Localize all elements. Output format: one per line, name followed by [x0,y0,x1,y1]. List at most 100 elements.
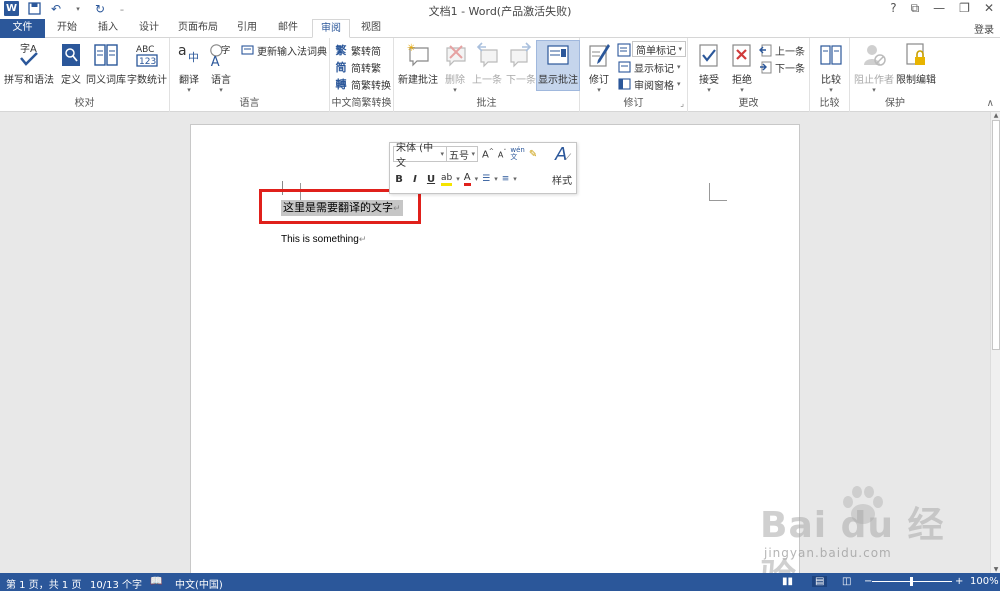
lock-icon [903,41,929,69]
compare-icon [818,41,844,69]
phonetic-guide-icon[interactable]: wén 文 [510,147,524,161]
web-layout-icon[interactable]: ◫ [842,576,851,587]
read-mode-icon[interactable]: ▮▮ [782,576,793,587]
translate-button[interactable]: a中 翻译 ▾ [176,41,202,94]
track-changes-button[interactable]: 修订 ▾ [586,41,612,94]
crop-mark-top-right [709,183,727,201]
tab-review[interactable]: 审阅 [312,19,350,38]
bullets-icon[interactable]: ☰ [482,174,490,184]
mini-size-select[interactable]: 五号 ▾ [446,146,478,162]
print-layout-icon[interactable]: ▤ [812,576,828,587]
scroll-down-icon[interactable]: ▼ [991,566,1000,573]
delete-comment-button[interactable]: 删除 ▾ [442,41,468,94]
dropdown-icon[interactable]: ▾ [71,2,85,16]
s2t-button[interactable]: 简 简转繁 [334,59,382,75]
tab-layout[interactable]: 页面布局 [175,19,221,38]
group-language: a中 翻译 ▾ 字A 语言 ▾ 更新输入法词典 语言 [170,38,330,112]
reject-button[interactable]: 拒绝 ▾ [729,41,755,94]
spelling-button[interactable]: 字A 拼写和语法 [4,41,54,86]
underline-icon[interactable]: U [425,174,437,185]
tab-home[interactable]: 开始 [52,19,82,38]
chevron-down-icon[interactable]: ▾ [494,175,498,183]
chevron-down-icon[interactable]: ▾ [475,175,479,183]
redo-icon[interactable]: ↻ [93,2,107,16]
convert-button[interactable]: 轉 简繁转换 [334,76,392,92]
restore-icon[interactable]: ❐ [959,1,970,16]
zoom-level[interactable]: 100% [970,576,999,587]
chevron-down-icon[interactable]: ▾ [456,175,460,183]
prev-comment-button[interactable]: 上一条 [472,41,502,86]
svg-text:123: 123 [139,57,156,67]
tab-view[interactable]: 视图 [356,19,386,38]
bold-icon[interactable]: B [393,174,405,185]
track-changes-icon [586,41,612,69]
markup-combo[interactable]: 简单标记 ▾ [632,41,686,57]
help-icon[interactable]: ? [890,1,896,16]
window-title: 文档1 - Word(产品激活失败) [428,5,572,18]
page-count[interactable]: 第 1 页，共 1 页 [6,576,81,591]
login-link[interactable]: 登录 [974,21,994,36]
tab-mailings[interactable]: 邮件 [273,19,303,38]
accept-button[interactable]: 接受 ▾ [696,41,722,94]
chevron-down-icon[interactable]: ▾ [513,175,517,183]
block-dropdown-icon: ▾ [872,86,876,94]
vertical-scrollbar[interactable]: ▲ ▼ [990,112,1000,573]
block-authors-button[interactable]: 阻止作者 ▾ [854,41,894,94]
zoom-in-icon[interactable]: + [955,576,963,587]
compare-button[interactable]: 比较 ▾ [818,41,844,94]
collapse-ribbon-icon[interactable]: ∧ [987,98,994,109]
block-authors-icon [861,41,887,69]
english-text-line[interactable]: This is something↵ [281,234,366,245]
group-chinese-conversion: 繁 繁转简 简 简转繁 轉 简繁转换 中文简繁转换 [330,38,394,112]
language-icon: 字A [208,41,234,69]
next-comment-button[interactable]: 下一条 [506,41,536,86]
markup-display-icon [617,43,631,60]
highlight-color-icon[interactable]: ab [441,173,453,186]
t2s-button[interactable]: 繁 繁转简 [334,42,382,58]
group-comments: ✳ 新建批注 删除 ▾ 上一条 下一条 显示批注 批注 [394,38,580,112]
language-status[interactable]: 中文(中国) [175,576,223,591]
word-count[interactable]: 10/13 个字 [90,576,142,591]
close-icon[interactable]: ✕ [984,1,994,16]
tracking-launcher-icon[interactable]: ⌟ [680,99,684,108]
compare-dropdown-icon: ▾ [829,86,833,94]
show-markup-button[interactable]: 显示标记 ▾ [617,59,681,75]
prev-change-button[interactable]: 上一条 [758,42,805,58]
language-button[interactable]: 字A 语言 ▾ [208,41,234,94]
tab-references[interactable]: 引用 [232,19,262,38]
show-comments-icon [545,41,571,69]
tab-file[interactable]: 文件 [0,19,45,38]
customize-qat-icon[interactable]: ₌ [115,2,129,16]
group-compare: 比较 ▾ 比较 [810,38,850,112]
proofing-status-icon[interactable]: 📖 [150,576,162,587]
define-button[interactable]: 定义 [58,41,84,86]
mini-styles-button[interactable]: A⁄ 样式 [552,145,572,188]
numbering-icon[interactable]: ≡ [502,174,510,184]
minimize-icon[interactable]: — [933,1,945,16]
next-change-button[interactable]: 下一条 [758,59,805,75]
restrict-editing-button[interactable]: 限制编辑 [896,41,936,86]
save-icon[interactable] [27,2,41,16]
svg-text:✳: ✳ [407,43,415,54]
tab-insert[interactable]: 插入 [93,19,123,38]
update-ime-button[interactable]: 更新输入法词典 [240,42,327,58]
grow-font-icon[interactable]: A^ [482,148,494,160]
ribbon-display-icon[interactable]: ⧉ [911,1,920,16]
wordcount-button[interactable]: ABC 123 字数统计 [127,41,167,86]
scroll-up-icon[interactable]: ▲ [991,112,1000,119]
thesaurus-button[interactable]: 同义词库 [86,41,126,86]
undo-icon[interactable]: ↶ [49,2,63,16]
italic-icon[interactable]: I [409,174,421,185]
zoom-slider-thumb[interactable] [910,577,913,586]
word-logo-icon[interactable]: W [4,1,19,16]
document-page[interactable]: 这里是需要翻译的文字↵ This is something↵ 宋体 (中文 ▾ … [190,124,800,584]
new-comment-button[interactable]: ✳ 新建批注 [398,41,438,86]
mini-font-select[interactable]: 宋体 (中文 ▾ [393,143,447,169]
tab-design[interactable]: 设计 [134,19,164,38]
shrink-font-icon[interactable]: Aˇ [498,149,506,160]
format-painter-icon[interactable]: ✎ [529,149,537,160]
font-color-icon[interactable]: A [463,172,471,186]
scroll-thumb[interactable] [992,120,1000,350]
show-comments-button[interactable]: 显示批注 [536,40,580,91]
reviewing-pane-button[interactable]: 审阅窗格 ▾ [617,76,681,92]
